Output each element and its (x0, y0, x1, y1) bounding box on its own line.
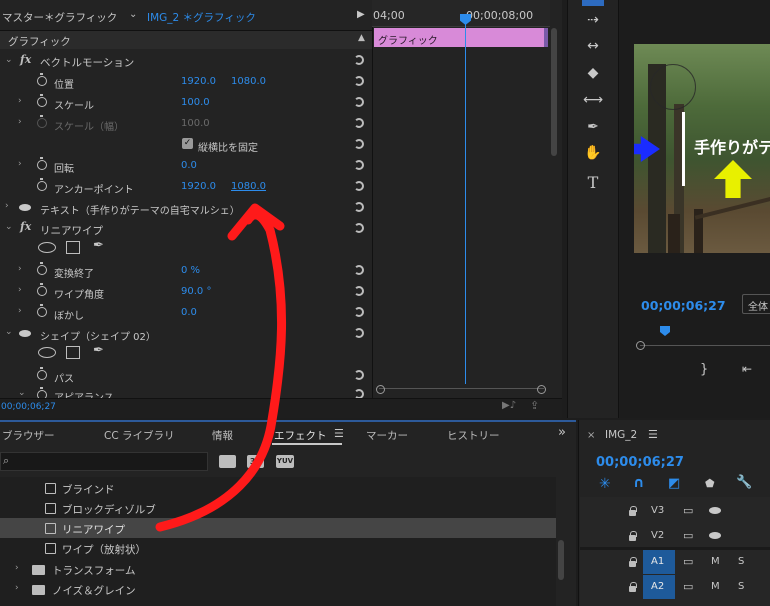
red-arrow-annotation (155, 203, 286, 532)
